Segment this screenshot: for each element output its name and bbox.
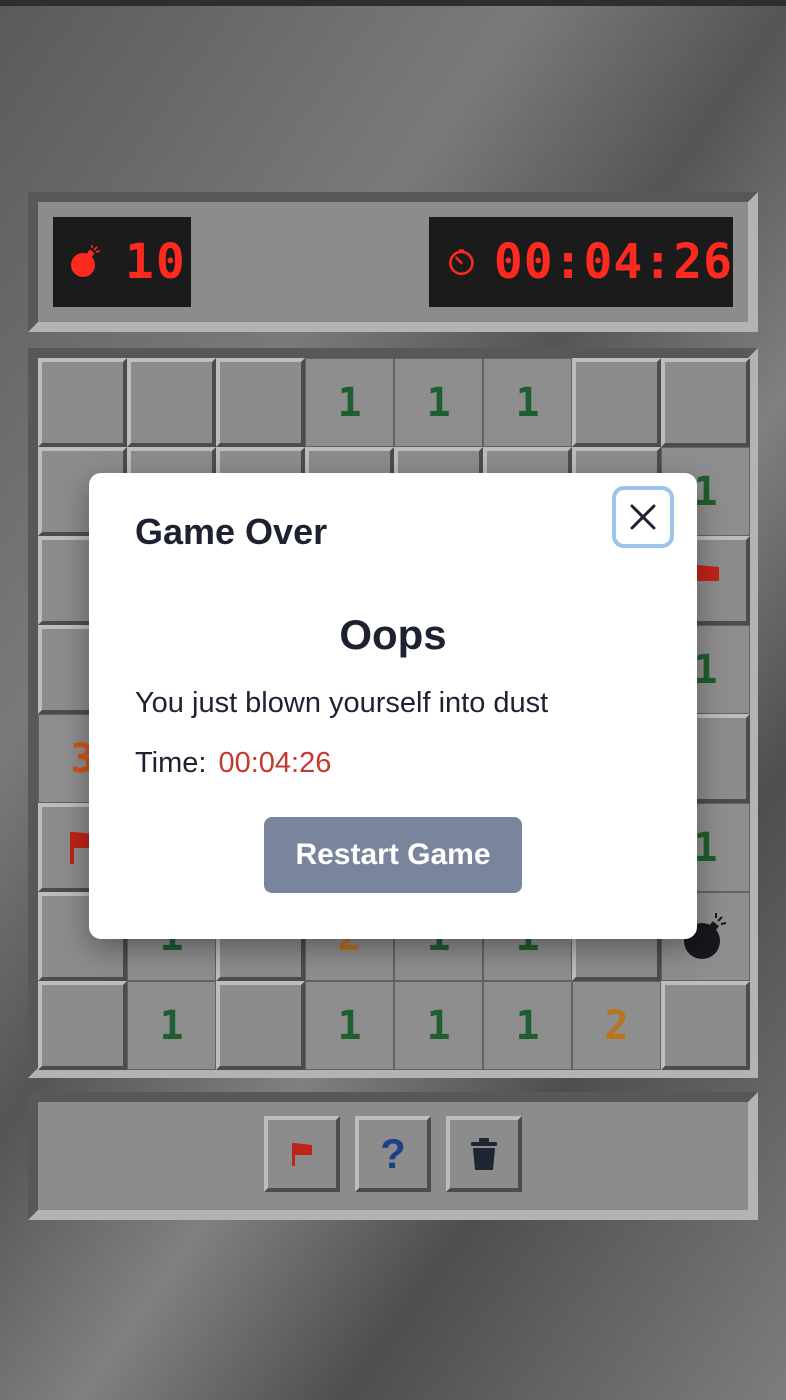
restart-game-button[interactable]: Restart Game bbox=[264, 817, 522, 893]
close-icon bbox=[630, 504, 656, 530]
time-value: 00:04:26 bbox=[218, 747, 332, 779]
time-row: Time: 00:04:26 bbox=[135, 747, 331, 780]
dialog-message: You just blown yourself into dust bbox=[135, 687, 549, 719]
game-over-dialog: Game Over Oops You just blown yourself i… bbox=[89, 473, 697, 939]
close-button[interactable] bbox=[612, 486, 674, 548]
dialog-title: Game Over bbox=[135, 511, 328, 552]
time-label: Time: bbox=[135, 747, 207, 779]
dialog-heading: Oops bbox=[339, 611, 447, 658]
